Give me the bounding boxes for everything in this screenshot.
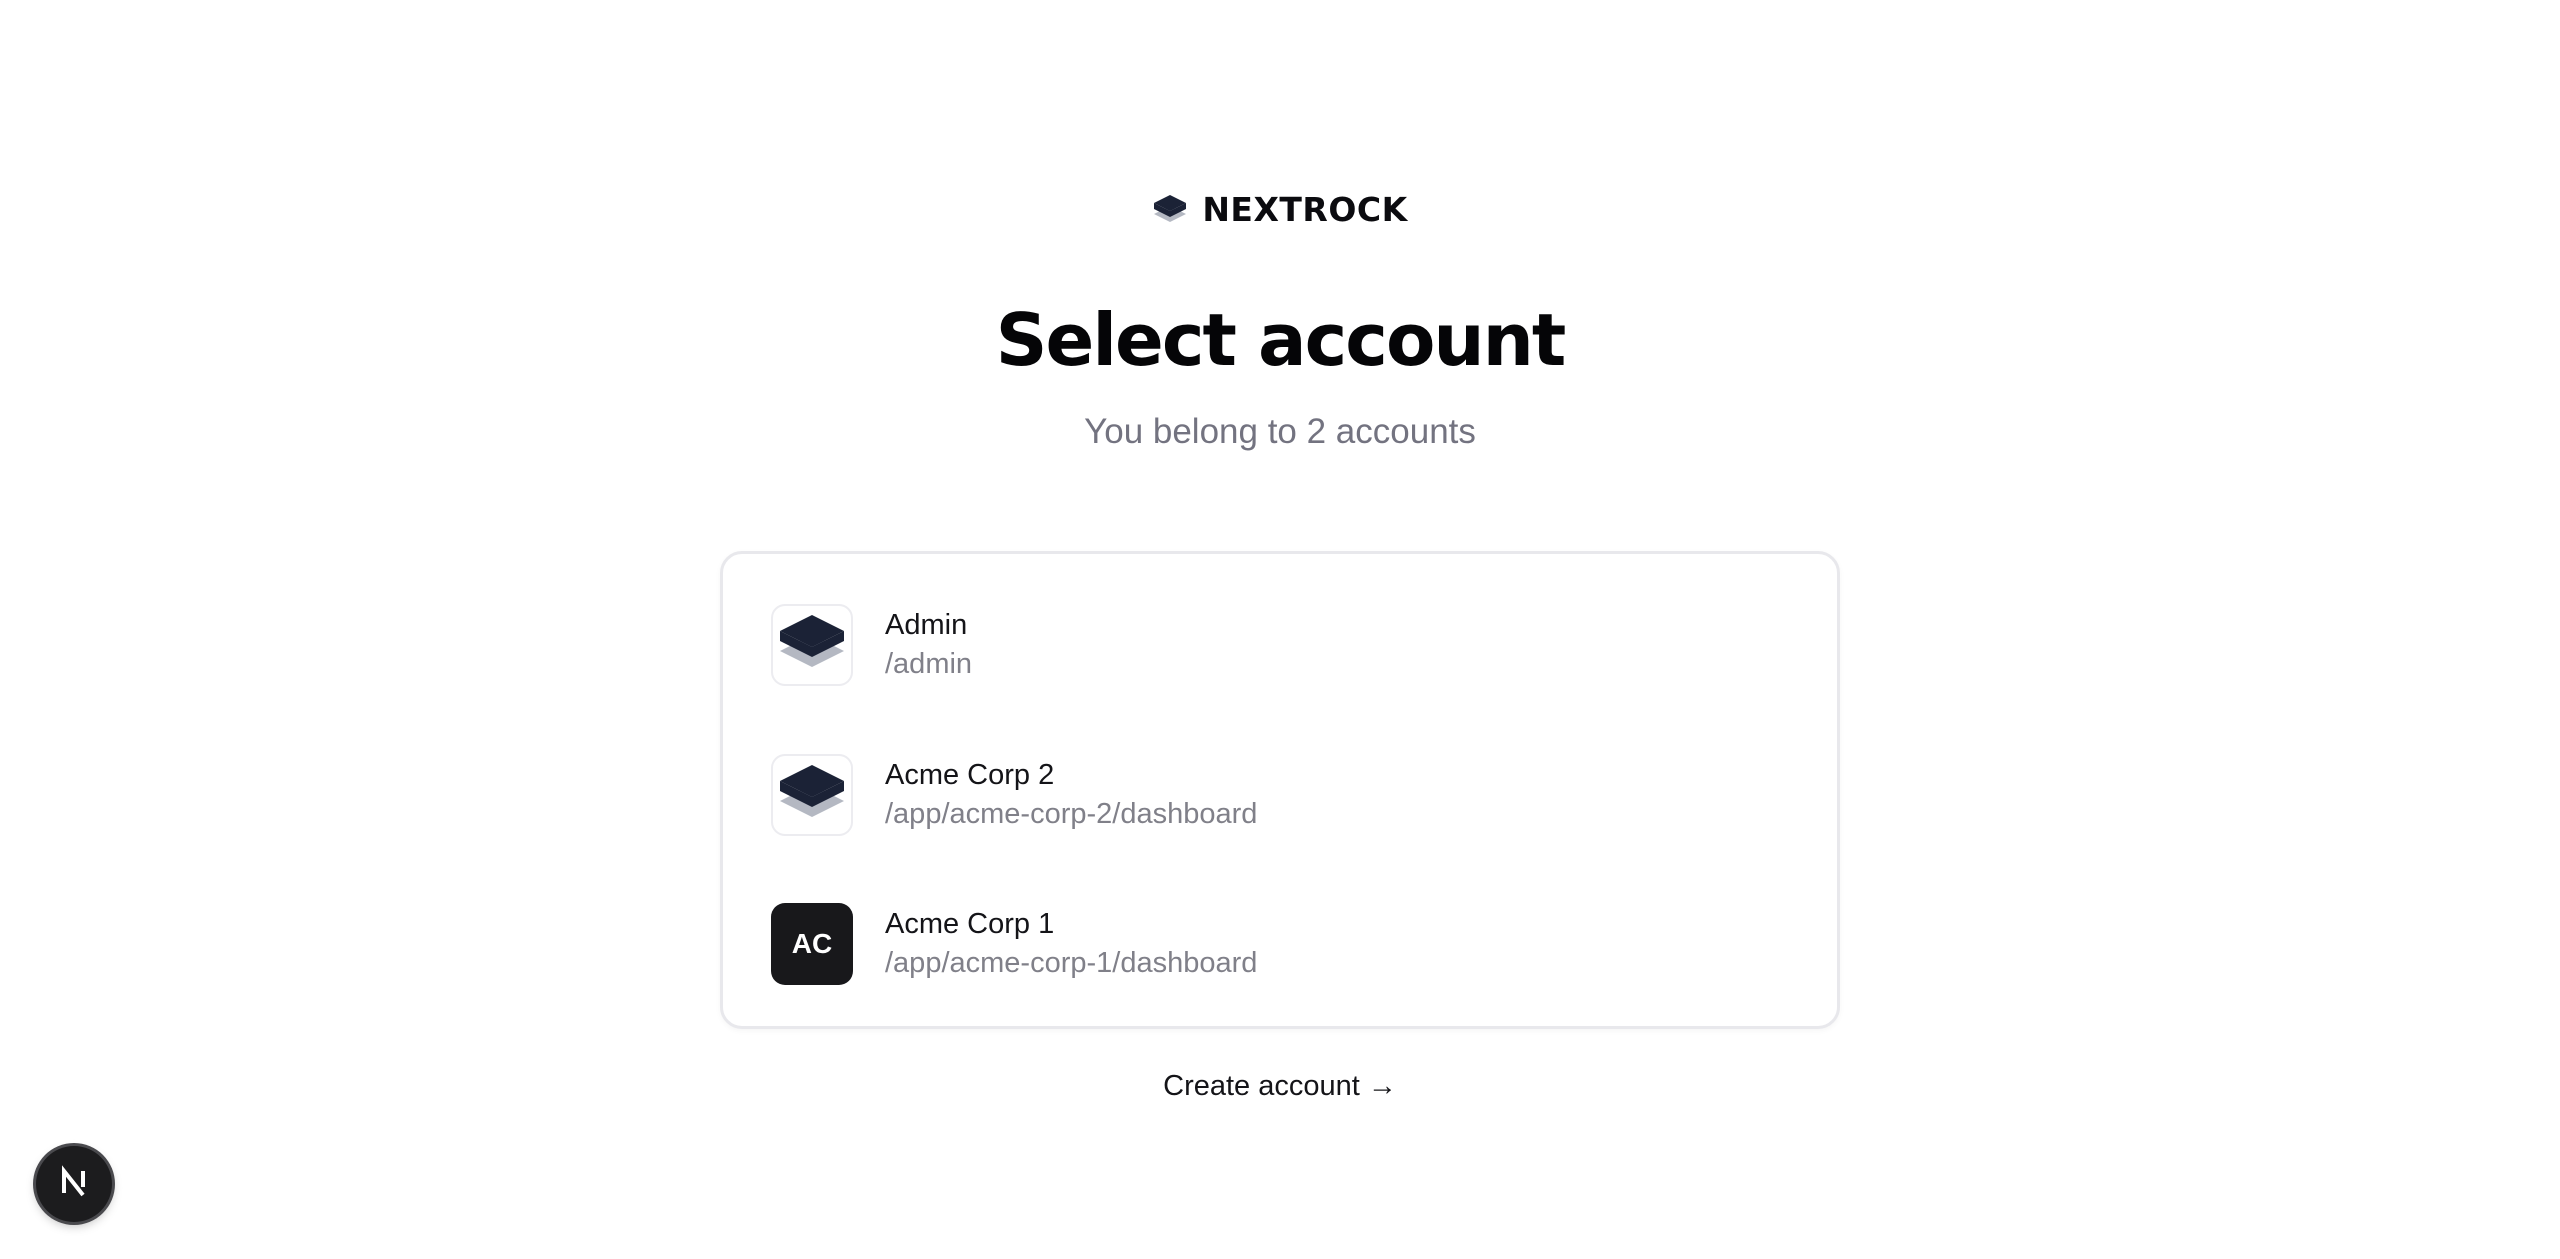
account-item-acme-corp-1[interactable]: AC Acme Corp 1 /app/acme-corp-1/dashboar… — [771, 901, 1791, 987]
create-account-row: Create account → — [0, 1066, 2560, 1106]
account-avatar-initials: AC — [771, 903, 853, 985]
brand: NEXTROCK — [0, 190, 2560, 229]
account-name: Acme Corp 1 — [885, 908, 1055, 940]
page-title: Select account — [995, 298, 1567, 382]
account-path: /app/acme-corp-1/dashboard — [885, 947, 1258, 979]
account-text: Acme Corp 1 /app/acme-corp-1/dashboard — [885, 905, 1257, 983]
nextjs-dev-badge[interactable] — [36, 1146, 112, 1222]
account-path: /app/acme-corp-2/dashboard — [885, 798, 1258, 830]
account-path: /admin — [885, 648, 973, 680]
brand-name: NEXTROCK — [1202, 190, 1408, 229]
create-account-link[interactable]: Create account → — [1163, 1070, 1397, 1102]
layers-icon — [776, 757, 848, 834]
account-name: Acme Corp 2 — [885, 759, 1055, 791]
layers-icon — [776, 607, 848, 684]
account-text: Acme Corp 2 /app/acme-corp-2/dashboard — [885, 756, 1257, 834]
account-item-acme-corp-2[interactable]: Acme Corp 2 /app/acme-corp-2/dashboard — [771, 752, 1791, 838]
account-item-admin[interactable]: Admin /admin — [771, 602, 1791, 688]
account-select-page: NEXTROCK Select account You belong to 2 … — [0, 0, 2560, 1259]
account-name: Admin — [885, 609, 968, 641]
account-avatar — [771, 604, 853, 686]
layers-icon — [1152, 192, 1188, 228]
page-subtitle: You belong to 2 accounts — [1084, 412, 1476, 451]
nextjs-icon — [52, 1160, 96, 1209]
accounts-card: Admin /admin Acme Corp 2 /app/acme-corp-… — [720, 551, 1840, 1029]
account-avatar — [771, 754, 853, 836]
account-text: Admin /admin — [885, 606, 972, 684]
